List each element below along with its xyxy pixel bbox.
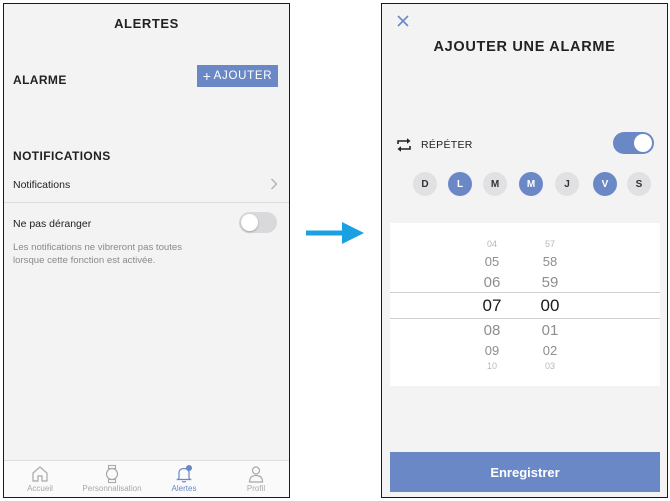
time-picker[interactable]: 04 05 06 07 08 09 10 57 58 59 00 01 02 0…: [390, 223, 660, 386]
picker-selection-line: [390, 292, 660, 293]
day-saturday[interactable]: S: [627, 172, 651, 196]
watch-icon: [105, 464, 119, 484]
day-monday[interactable]: L: [448, 172, 472, 196]
hour-option[interactable]: 06: [472, 274, 512, 291]
add-alarm-label: AJOUTER: [213, 70, 273, 82]
arrow-right-icon: [306, 222, 364, 244]
close-icon[interactable]: [396, 14, 410, 28]
notifications-section-label: NOTIFICATIONS: [13, 149, 111, 163]
minute-selected[interactable]: 00: [530, 296, 570, 316]
hour-option[interactable]: 09: [472, 343, 512, 358]
tab-label: Alertes: [171, 484, 197, 493]
hour-option[interactable]: 04: [472, 239, 512, 249]
tab-profil[interactable]: Profil: [220, 461, 289, 497]
page-title: AJOUTER UNE ALARME: [433, 39, 616, 55]
day-wednesday[interactable]: M: [519, 172, 543, 196]
tab-label: Personnalisation: [82, 484, 142, 493]
minute-option[interactable]: 03: [530, 361, 570, 371]
day-friday[interactable]: V: [593, 172, 617, 196]
hour-selected[interactable]: 07: [472, 296, 512, 316]
tab-personnalisation[interactable]: Personnalisation: [76, 461, 148, 497]
minute-option[interactable]: 01: [530, 322, 570, 339]
tab-label: Profil: [246, 484, 266, 493]
tab-bar: Accueil Personnalisation Alertes Profil: [4, 460, 289, 497]
hour-option[interactable]: 05: [472, 254, 512, 269]
plus-icon: +: [202, 68, 212, 84]
minute-option[interactable]: 02: [530, 343, 570, 358]
page-title: ALERTES: [114, 16, 179, 31]
home-icon: [32, 466, 48, 482]
repeat-icon: [397, 138, 411, 152]
minute-option[interactable]: 59: [530, 274, 570, 291]
bell-icon: [176, 465, 192, 483]
hour-option[interactable]: 08: [472, 322, 512, 339]
dnd-description: Les notifications ne vibreront pas toute…: [13, 242, 183, 266]
notifications-row[interactable]: Notifications: [13, 179, 70, 191]
picker-selection-line: [390, 318, 660, 319]
dnd-toggle[interactable]: [239, 212, 277, 233]
divider: [4, 202, 289, 203]
minute-option[interactable]: 57: [530, 239, 570, 249]
dnd-row-label: Ne pas déranger: [13, 218, 92, 230]
repeat-toggle[interactable]: [613, 132, 654, 154]
repeat-label: RÉPÉTER: [421, 139, 473, 151]
chevron-right-icon: [271, 178, 278, 190]
person-icon: [248, 466, 264, 483]
tab-label: Accueil: [27, 484, 53, 493]
add-alarm-screen: AJOUTER UNE ALARME RÉPÉTER D L M M J V S…: [381, 3, 668, 498]
toggle-knob: [634, 134, 652, 152]
day-thursday[interactable]: J: [555, 172, 579, 196]
tab-alertes[interactable]: Alertes: [148, 461, 220, 497]
tab-accueil[interactable]: Accueil: [4, 461, 76, 497]
save-button[interactable]: Enregistrer: [390, 452, 660, 492]
day-tuesday[interactable]: M: [483, 172, 507, 196]
toggle-knob: [241, 214, 258, 231]
alerts-screen: ALERTES ALARME + AJOUTER NOTIFICATIONS N…: [3, 3, 290, 498]
add-alarm-button[interactable]: + AJOUTER: [197, 65, 278, 87]
minute-option[interactable]: 58: [530, 254, 570, 269]
day-sunday[interactable]: D: [413, 172, 437, 196]
hour-option[interactable]: 10: [472, 361, 512, 371]
alarm-section-label: ALARME: [13, 73, 67, 87]
